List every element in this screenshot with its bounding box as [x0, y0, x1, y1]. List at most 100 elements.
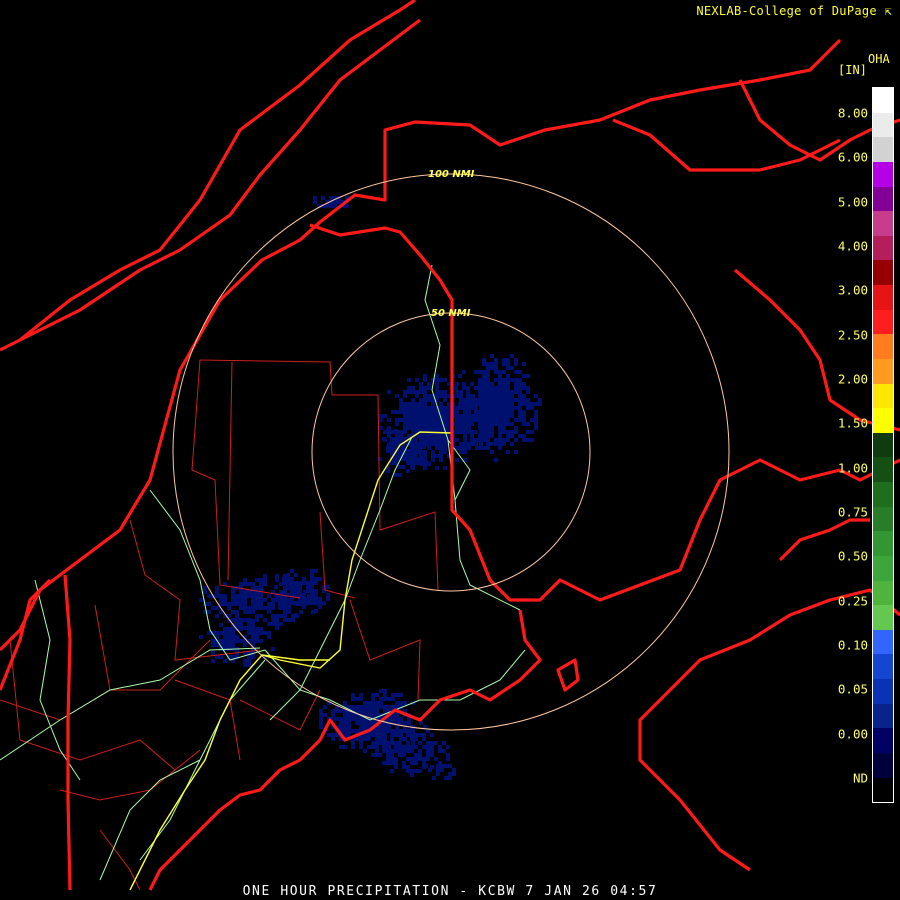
- echo-cell: [482, 430, 486, 434]
- echo-cell: [402, 445, 406, 449]
- echo-cell: [431, 414, 435, 418]
- echo-cell: [394, 429, 398, 433]
- echo-cell: [263, 606, 267, 610]
- echo-cell: [415, 426, 419, 430]
- echo-cell: [463, 438, 467, 442]
- echo-cell: [482, 386, 486, 390]
- echo-cell: [506, 410, 510, 414]
- echo-cell: [466, 386, 470, 390]
- echo-cell: [219, 623, 223, 627]
- echo-cell: [363, 709, 367, 713]
- echo-cell: [434, 741, 438, 745]
- echo-cell: [347, 721, 351, 725]
- echo-cell: [518, 402, 522, 406]
- echo-cell: [423, 438, 427, 442]
- echo-cell: [383, 709, 387, 713]
- echo-cell: [313, 196, 317, 200]
- echo-cell: [538, 402, 542, 406]
- echo-cell: [428, 768, 432, 772]
- echo-cell: [231, 635, 235, 639]
- echo-cell: [231, 643, 235, 647]
- echo-cell: [518, 370, 522, 374]
- echo-cell: [398, 741, 402, 745]
- echo-cell: [390, 733, 394, 737]
- echo-cell: [426, 753, 430, 757]
- echo-cell: [526, 430, 530, 434]
- echo-cell: [455, 446, 459, 450]
- echo-cell: [359, 717, 363, 721]
- echo-cell: [474, 418, 478, 422]
- echo-cell: [251, 594, 255, 598]
- echo-cell: [418, 733, 422, 737]
- echo-cell: [263, 618, 267, 622]
- echo-cell: [351, 697, 355, 701]
- echo-cell: [510, 442, 514, 446]
- echo-cell: [419, 418, 423, 422]
- echo-cell: [398, 749, 402, 753]
- echo-cell: [486, 362, 490, 366]
- echo-cell: [411, 406, 415, 410]
- echo-cell: [394, 437, 398, 441]
- echo-cell: [390, 449, 394, 453]
- echo-cell: [506, 386, 510, 390]
- highway: [99, 759, 201, 881]
- echo-cell: [502, 370, 506, 374]
- echo-cell: [287, 606, 291, 610]
- echo-cell: [435, 454, 439, 458]
- echo-cell: [298, 601, 302, 605]
- echo-cell: [410, 733, 414, 737]
- echo-cell: [259, 602, 263, 606]
- echo-cell: [427, 386, 431, 390]
- echo-cell: [502, 426, 506, 430]
- echo-cell: [498, 410, 502, 414]
- echo-cell: [251, 586, 255, 590]
- echo-cell: [375, 733, 379, 737]
- echo-cell: [407, 418, 411, 422]
- echo-cell: [387, 705, 391, 709]
- echo-cell: [235, 594, 239, 598]
- echo-cell: [333, 200, 337, 204]
- echo-cell: [235, 639, 239, 643]
- echo-cell: [403, 406, 407, 410]
- echo-cell: [432, 776, 436, 780]
- echo-cell: [459, 442, 463, 446]
- echo-cell: [255, 614, 259, 618]
- echo-cell: [486, 422, 490, 426]
- echo-cell: [306, 585, 310, 589]
- legend-swatch: [873, 506, 893, 532]
- echo-cell: [486, 374, 490, 378]
- echo-cell: [490, 406, 494, 410]
- echo-cell: [440, 768, 444, 772]
- border-gaspe: [612, 118, 841, 172]
- echo-cell: [458, 390, 462, 394]
- echo-cell: [411, 741, 415, 745]
- echo-cell: [318, 577, 322, 581]
- echo-cell: [363, 749, 367, 753]
- echo-cell: [294, 573, 298, 577]
- echo-cell: [402, 745, 406, 749]
- echo-cell: [255, 639, 259, 643]
- echo-cell: [395, 725, 399, 729]
- echo-cell: [410, 461, 414, 465]
- echo-cell: [231, 639, 235, 643]
- echo-cell: [439, 438, 443, 442]
- echo-cell: [243, 606, 247, 610]
- echo-cell: [347, 729, 351, 733]
- echo-cell: [462, 430, 466, 434]
- county-line: [19, 739, 176, 771]
- echo-cell: [410, 449, 414, 453]
- echo-cell: [275, 578, 279, 582]
- echo-cell: [510, 354, 514, 358]
- echo-cell: [415, 414, 419, 418]
- echo-cell: [314, 593, 318, 597]
- echo-cell: [355, 697, 359, 701]
- echo-cell: [355, 705, 359, 709]
- echo-cell: [203, 590, 207, 594]
- echo-cell: [395, 701, 399, 705]
- echo-cell: [482, 438, 486, 442]
- echo-cell: [534, 414, 538, 418]
- echo-cell: [379, 701, 383, 705]
- echo-cell: [502, 414, 506, 418]
- echo-cell: [522, 402, 526, 406]
- echo-cell: [355, 729, 359, 733]
